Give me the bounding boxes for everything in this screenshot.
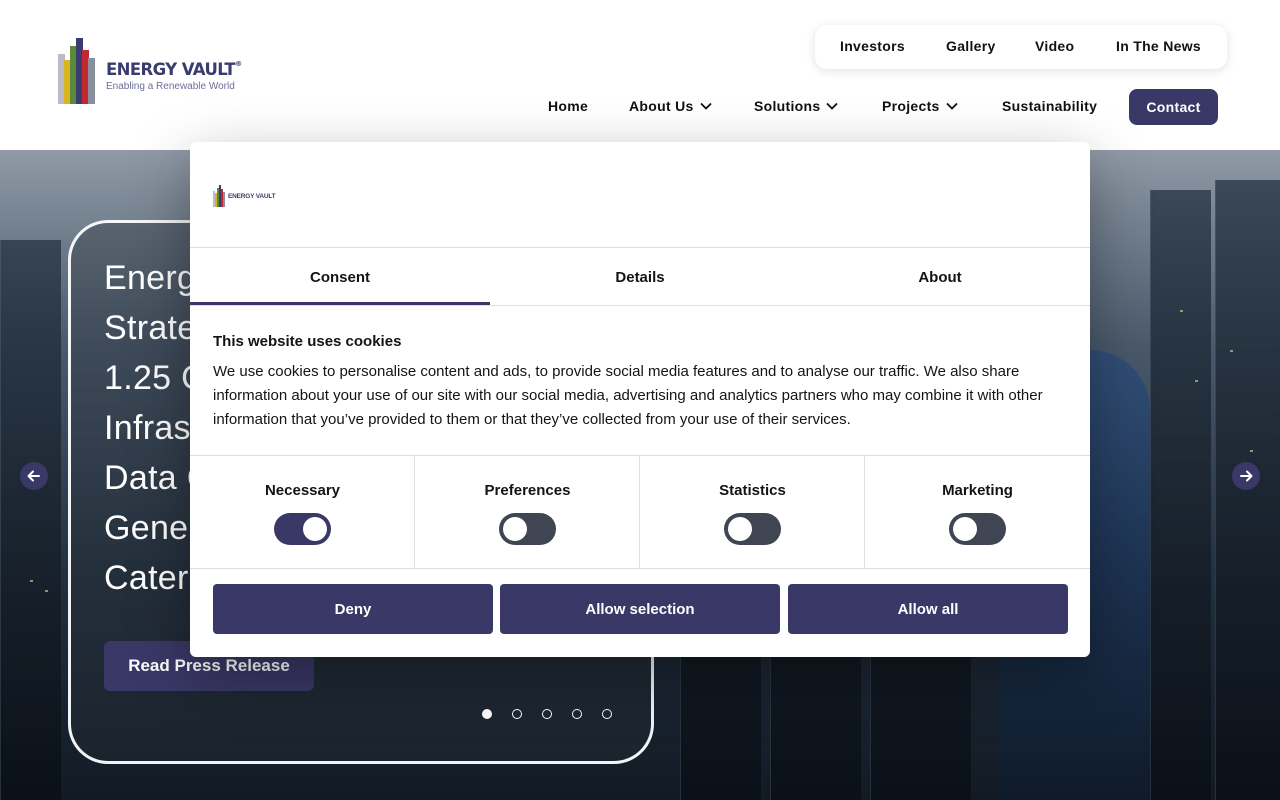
contact-button[interactable]: Contact [1129, 89, 1218, 125]
nav-solutions[interactable]: Solutions [754, 98, 839, 114]
slide-dot-4[interactable] [572, 709, 582, 719]
deny-button[interactable]: Deny [213, 584, 493, 634]
site-header: ENERGY VAULT® Enabling a Renewable World… [0, 0, 1280, 150]
toggle-knob [953, 517, 977, 541]
headline-line: Cater [104, 559, 189, 597]
necessary-toggle[interactable] [274, 513, 331, 545]
slide-dot-5[interactable] [602, 709, 612, 719]
top-nav-in-the-news[interactable]: In The News [1116, 38, 1201, 54]
nav-solutions-label: Solutions [754, 98, 821, 114]
status-light [1250, 450, 1253, 452]
status-light [45, 590, 48, 592]
headline-line: Gener [104, 509, 200, 547]
category-necessary: Necessary [190, 455, 415, 569]
top-nav-video[interactable]: Video [1035, 38, 1074, 54]
nav-sustainability-label: Sustainability [1002, 98, 1098, 114]
category-label: Necessary [264, 482, 341, 499]
nav-sustainability[interactable]: Sustainability [1002, 98, 1097, 114]
category-marketing: Marketing [865, 455, 1090, 569]
top-nav: Investors Gallery Video In The News [815, 25, 1227, 69]
slide-dot-2[interactable] [512, 709, 522, 719]
category-preferences: Preferences [415, 455, 640, 569]
status-light [1195, 380, 1198, 382]
dialog-logo-wordmark: ENERGY VAULT [228, 193, 276, 200]
allow-selection-button[interactable]: Allow selection [500, 584, 780, 634]
tab-consent[interactable]: Consent [190, 248, 490, 306]
logo-tagline: Enabling a Renewable World [106, 81, 235, 92]
chevron-down-icon [946, 102, 958, 110]
status-light [1230, 350, 1233, 352]
logo-wordmark: ENERGY VAULT [106, 60, 236, 79]
slide-dot-1[interactable] [482, 709, 492, 719]
statistics-toggle[interactable] [724, 513, 781, 545]
status-light [1180, 310, 1183, 312]
category-statistics: Statistics [640, 455, 865, 569]
arrow-left-icon [27, 470, 40, 482]
toggle-knob [303, 517, 327, 541]
headline-line: Energ [104, 259, 197, 297]
toggle-knob [728, 517, 752, 541]
arrow-right-icon [1240, 470, 1253, 482]
category-label: Statistics [719, 482, 786, 499]
next-slide-button[interactable] [1232, 462, 1260, 490]
nav-home[interactable]: Home [548, 98, 588, 114]
divider [190, 305, 1090, 306]
tab-about[interactable]: About [790, 248, 1090, 306]
nav-home-label: Home [548, 98, 589, 114]
headline-line: Strate [104, 309, 197, 347]
dialog-description: We use cookies to personalise content an… [213, 363, 1043, 428]
previous-slide-button[interactable] [20, 462, 48, 490]
registered-mark: ® [235, 60, 242, 68]
allow-all-button[interactable]: Allow all [788, 584, 1068, 634]
headline-line: Infras [104, 409, 191, 447]
divider [190, 568, 1090, 569]
status-light [30, 580, 33, 582]
server-rack [1150, 190, 1211, 800]
top-nav-gallery[interactable]: Gallery [946, 38, 996, 54]
dialog-title: This website uses cookies [213, 333, 402, 350]
chevron-down-icon [826, 102, 839, 110]
nav-projects[interactable]: Projects [882, 98, 958, 114]
preferences-toggle[interactable] [499, 513, 556, 545]
nav-about-us[interactable]: About Us [629, 98, 712, 114]
energy-vault-logo[interactable]: ENERGY VAULT® Enabling a Renewable World [58, 38, 258, 108]
logo-bars-icon [213, 185, 226, 207]
top-nav-investors[interactable]: Investors [840, 38, 905, 54]
logo-bars-icon [58, 38, 98, 104]
slide-dot-3[interactable] [542, 709, 552, 719]
server-rack [0, 240, 61, 800]
chevron-down-icon [699, 102, 712, 110]
nav-projects-label: Projects [882, 98, 940, 114]
toggle-knob [503, 517, 527, 541]
category-label: Marketing [942, 482, 1013, 499]
dialog-logo: ENERGY VAULT [213, 185, 283, 207]
cookie-consent-dialog: ENERGY VAULT Consent Details About This … [190, 142, 1090, 657]
nav-about-us-label: About Us [629, 98, 694, 114]
tab-details[interactable]: Details [490, 248, 790, 306]
category-label: Preferences [484, 482, 571, 499]
marketing-toggle[interactable] [949, 513, 1006, 545]
server-rack [1215, 180, 1280, 800]
